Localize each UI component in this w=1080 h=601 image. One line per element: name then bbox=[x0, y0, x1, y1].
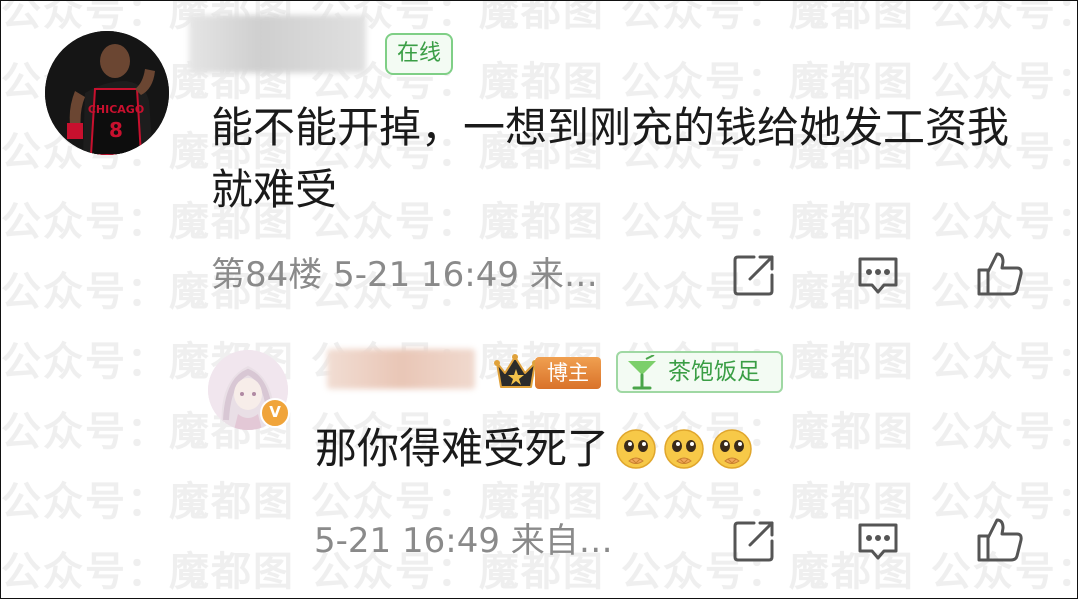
watermark-row: 公众号：魔都图 公众号：魔都图 公众号：魔都图 公众号：魔都图 公众号：魔都图 … bbox=[1, 0, 1077, 35]
fan-badge-label: 茶饱饭足 bbox=[668, 359, 760, 385]
cocktail-icon bbox=[628, 355, 656, 390]
crown-icon bbox=[494, 354, 538, 388]
reply-text-content: 那你得难受死了 bbox=[315, 424, 610, 473]
avatar[interactable]: CHICAGO 8 bbox=[45, 31, 169, 155]
username-redacted[interactable] bbox=[327, 349, 475, 389]
username-redacted[interactable] bbox=[189, 15, 366, 73]
verified-badge: V bbox=[260, 398, 290, 428]
comment-text: 能不能开掉，一想到刚充的钱给她发工资我就难受 bbox=[211, 103, 1010, 214]
jersey-number: 8 bbox=[109, 118, 123, 142]
reply-meta: 5-21 16:49 来自… bbox=[314, 521, 613, 561]
jersey-text: CHICAGO bbox=[88, 103, 144, 116]
author-badge-label: 博主 bbox=[535, 357, 601, 389]
online-status-badge: 在线 bbox=[385, 33, 454, 75]
pleading-face-emoji bbox=[663, 425, 705, 469]
pleading-face-emoji bbox=[711, 425, 753, 469]
pleading-face-emoji bbox=[615, 425, 657, 469]
fan-badge: 茶饱饭足 bbox=[616, 351, 783, 393]
share-icon[interactable] bbox=[730, 251, 778, 299]
comment-icon[interactable] bbox=[854, 517, 902, 565]
like-icon[interactable] bbox=[975, 514, 1023, 562]
author-badge: 博主 bbox=[493, 351, 605, 393]
comment-icon[interactable] bbox=[854, 251, 902, 299]
reply-text: 那你得难受死了 bbox=[315, 418, 753, 480]
comment-thread: 公众号：魔都图 公众号：魔都图 公众号：魔都图 公众号：魔都图 公众号：魔都图 … bbox=[0, 0, 1078, 599]
share-icon[interactable] bbox=[730, 517, 778, 565]
comment-meta: 第84楼 5-21 16:49 来… bbox=[211, 255, 598, 295]
like-icon[interactable] bbox=[975, 248, 1023, 296]
